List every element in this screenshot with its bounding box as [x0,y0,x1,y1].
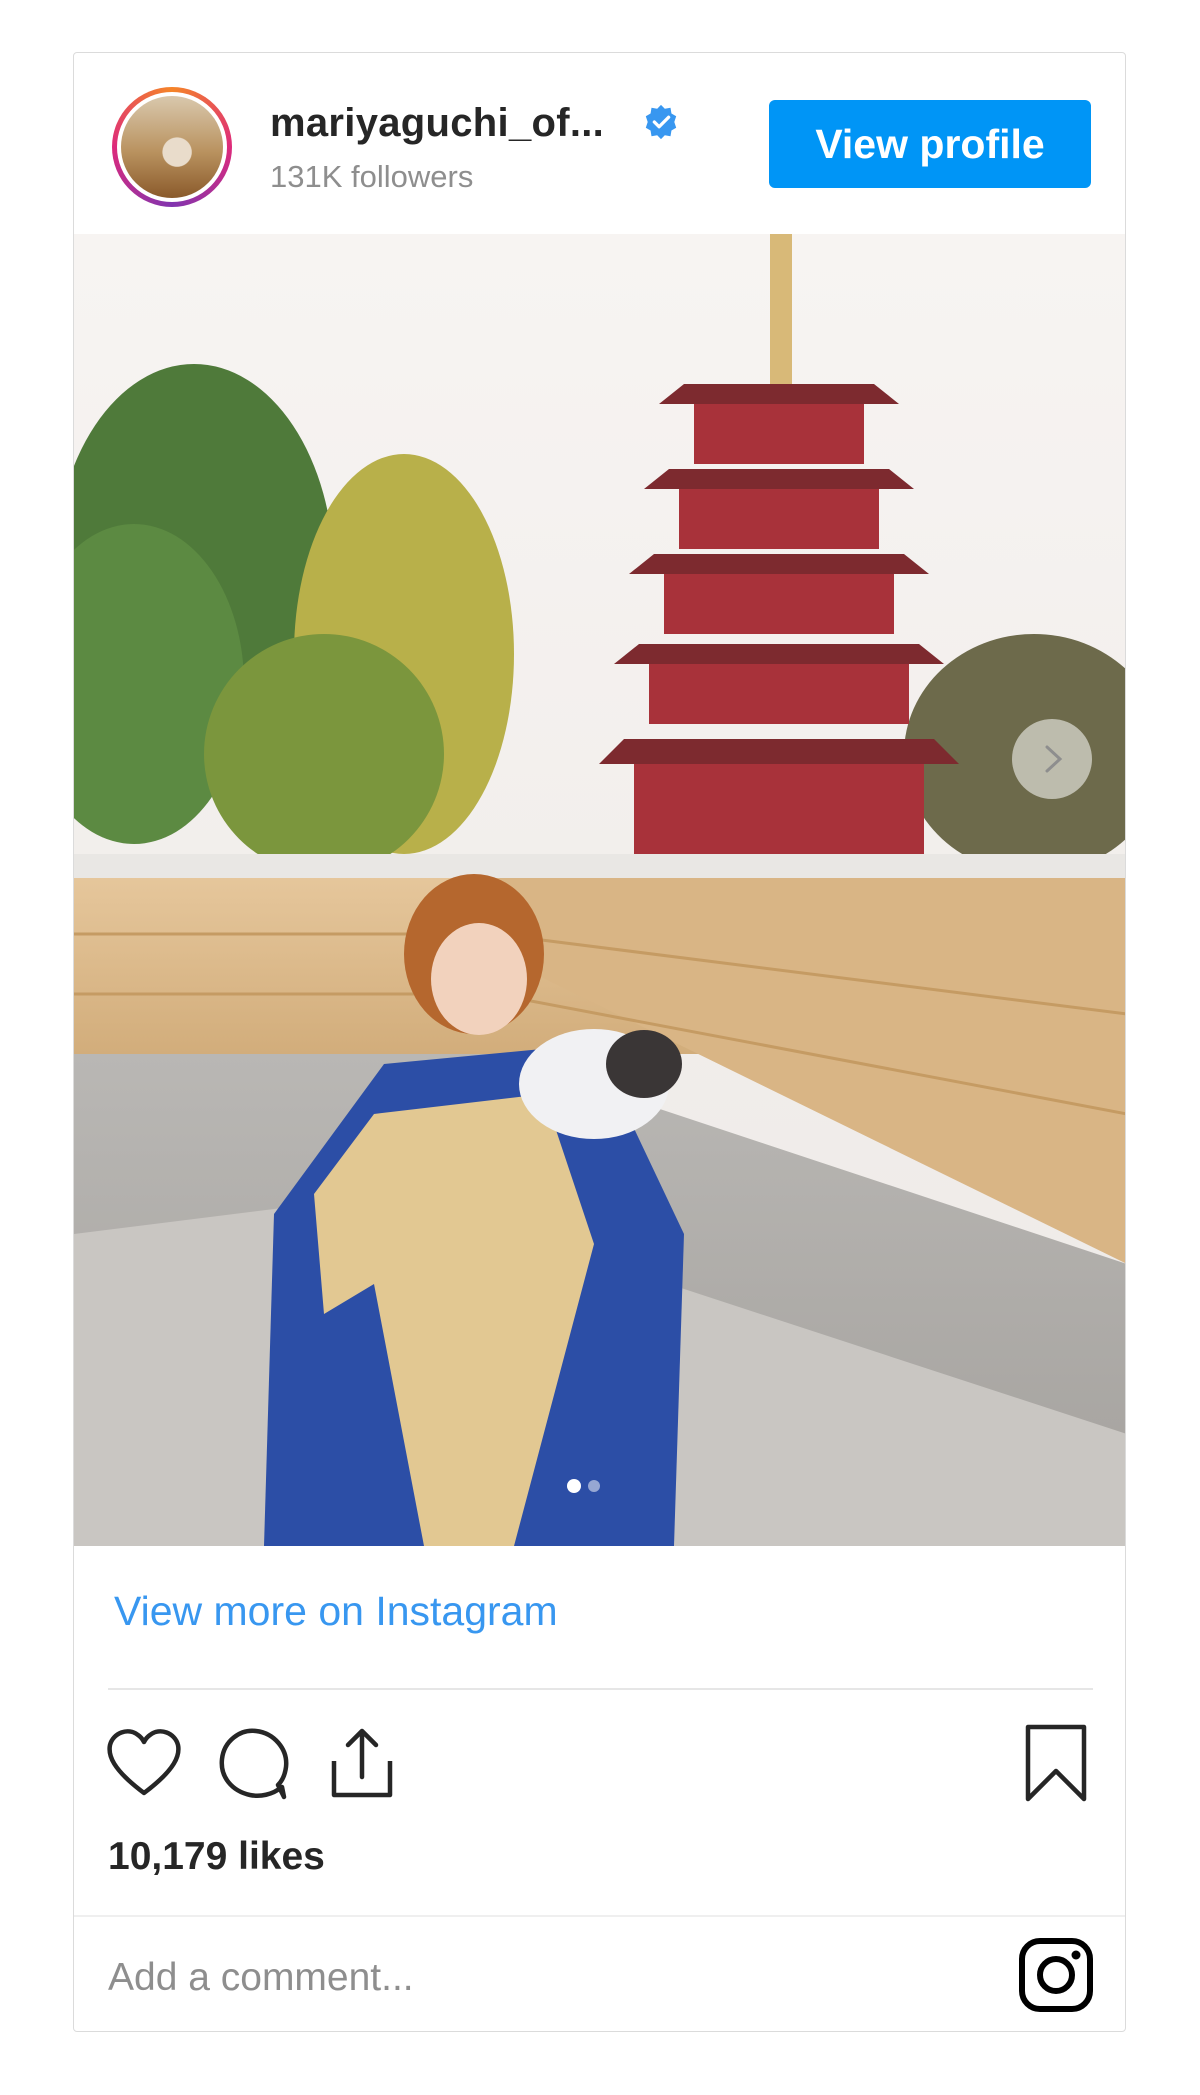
post-header: mariyaguchi_of... 131K followers View pr… [74,53,1125,233]
chevron-right-icon [1045,745,1063,773]
username[interactable]: mariyaguchi_of... [270,101,604,146]
verified-badge-icon [645,104,677,140]
bookmark-icon[interactable] [1014,1721,1098,1805]
divider [108,1688,1093,1690]
heart-icon[interactable] [102,1721,186,1805]
avatar-image [121,96,223,198]
divider [74,1915,1125,1917]
view-more-link[interactable]: View more on Instagram [114,1588,558,1635]
comment-bubble-icon[interactable] [212,1721,296,1805]
likes-count: 10,179 likes [108,1835,325,1878]
instagram-embed-card: mariyaguchi_of... 131K followers View pr… [73,52,1126,2032]
followers-count: 131K followers [270,159,474,194]
instagram-logo-icon[interactable] [1016,1935,1096,2015]
avatar[interactable] [112,87,232,207]
view-profile-button[interactable]: View profile [769,100,1091,188]
comment-input[interactable] [108,1938,958,2018]
share-icon[interactable] [320,1721,404,1805]
carousel-next-button[interactable] [1012,719,1092,799]
avatar-frame [117,92,227,202]
post-photo[interactable] [74,234,1126,1546]
